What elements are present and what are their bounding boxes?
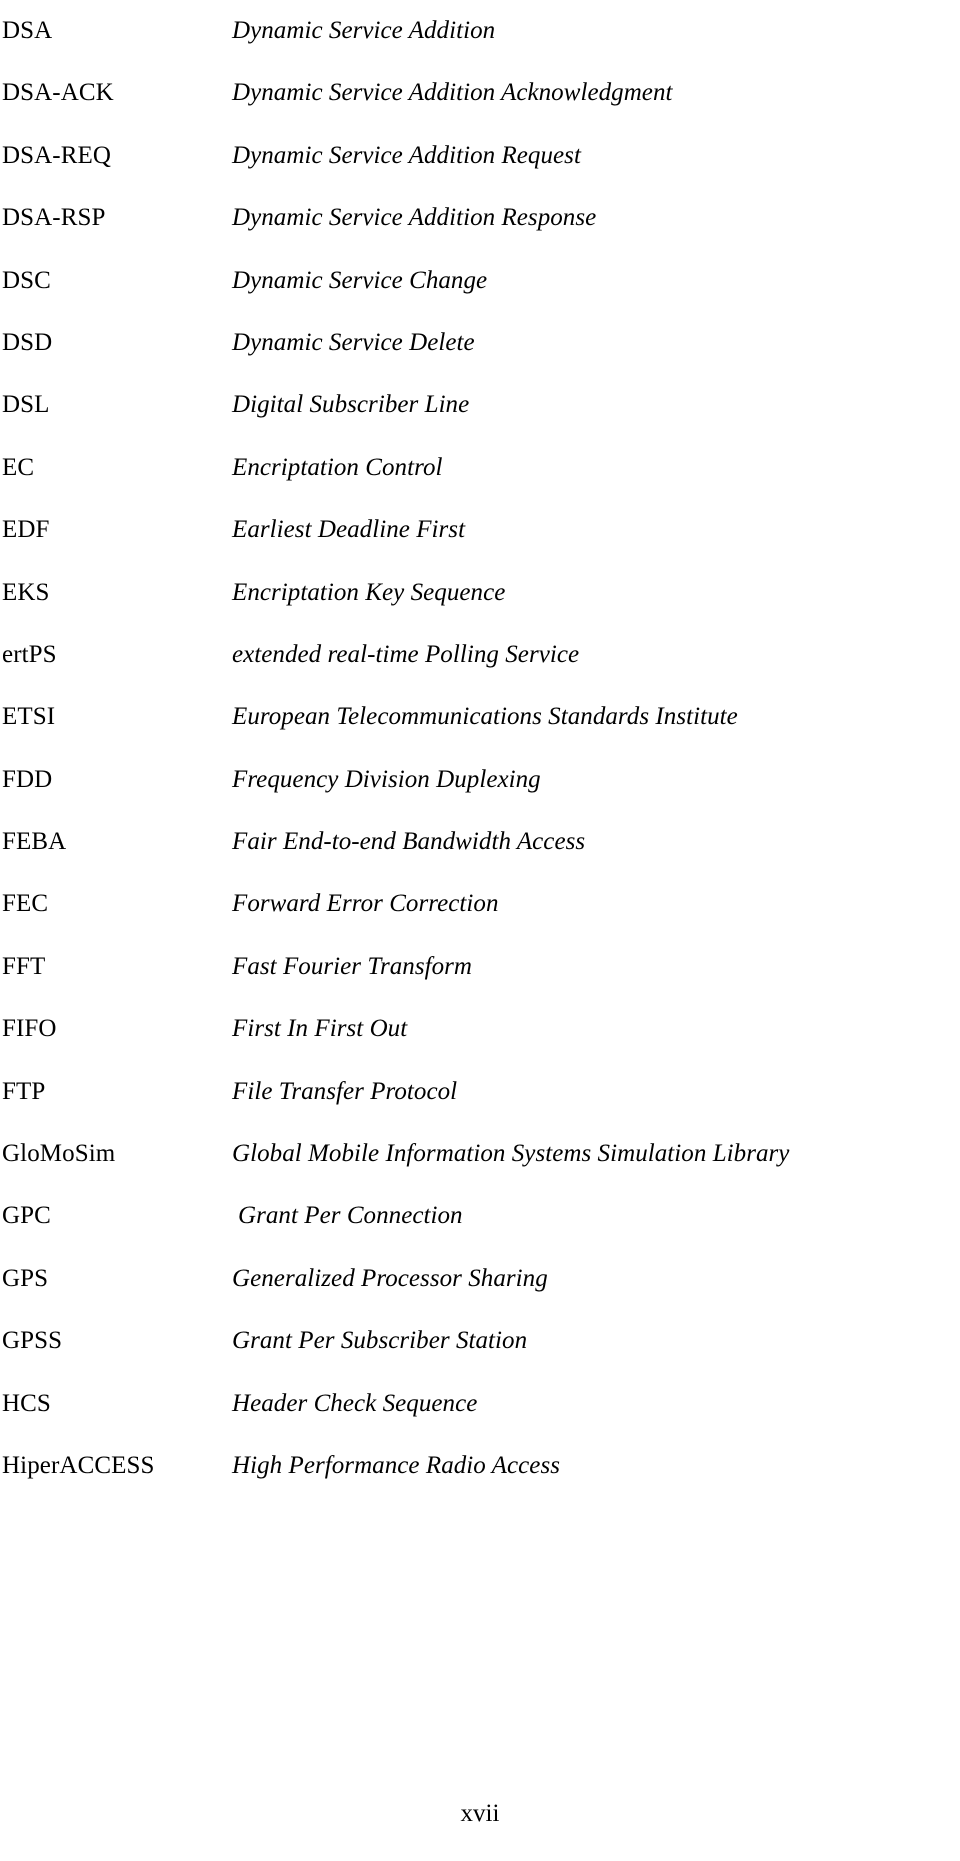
abbreviation-definition: Frequency Division Duplexing — [232, 765, 541, 793]
abbreviation-row: EKS Encriptation Key Sequence — [0, 562, 960, 624]
abbreviation-term: EC — [2, 453, 35, 481]
abbreviation-term: DSC — [2, 266, 51, 294]
abbreviation-term: GPS — [2, 1264, 49, 1292]
abbreviation-row: FTP File Transfer Protocol — [0, 1061, 960, 1123]
abbreviations-list: DSA Dynamic Service Addition DSA-ACK Dynami… — [0, 0, 960, 1497]
abbreviation-definition: Dynamic Service Delete — [232, 328, 475, 356]
abbreviation-term: FEBA — [2, 828, 67, 856]
abbreviation-row: FEBA Fair End-to-end Bandwidth Access — [0, 811, 960, 873]
abbreviation-definition: Dynamic Service Addition — [232, 17, 496, 44]
abbreviation-row: ertPS extended real-time Polling Service — [0, 624, 960, 686]
abbreviation-row: GPC Grant Per Connection — [0, 1185, 960, 1247]
abbreviation-definition: File Transfer Protocol — [232, 1077, 458, 1105]
abbreviation-term: DSA-REQ — [2, 141, 112, 169]
abbreviation-row: DSA Dynamic Service Addition — [0, 0, 960, 62]
abbreviation-definition: Forward Error Correction — [232, 890, 499, 918]
abbreviation-term: EDF — [2, 516, 50, 544]
abbreviation-definition: Encriptation Control — [232, 453, 443, 481]
abbreviation-row: ETSI European Telecommunications Standard… — [0, 686, 960, 748]
abbreviation-term: ertPS — [2, 640, 57, 668]
abbreviation-definition: Dynamic Service Change — [232, 266, 488, 294]
abbreviation-definition: Dynamic Service Addition Response — [232, 204, 597, 232]
abbreviation-definition: Fair End-to-end Bandwidth Access — [232, 828, 586, 856]
abbreviation-row: DSC Dynamic Service Change — [0, 250, 960, 312]
abbreviation-term: DSA-ACK — [2, 79, 114, 107]
abbreviation-definition: First In First Out — [232, 1015, 408, 1043]
abbreviation-definition: Fast Fourier Transform — [232, 952, 473, 980]
abbreviation-definition: Digital Subscriber Line — [232, 391, 470, 419]
abbreviation-row: EC Encriptation Control — [0, 437, 960, 499]
abbreviation-row: GPS Generalized Processor Sharing — [0, 1248, 960, 1310]
abbreviation-term: GPSS — [2, 1327, 63, 1355]
abbreviation-definition: extended real-time Polling Service — [232, 640, 580, 668]
abbreviation-row: GPSS Grant Per Subscriber Station — [0, 1310, 960, 1372]
abbreviation-definition: Grant Per Connection — [238, 1202, 463, 1230]
abbreviation-term: DSL — [2, 391, 50, 419]
abbreviation-definition: European Telecommunications Standards In… — [232, 703, 738, 731]
abbreviation-term: ETSI — [2, 703, 56, 731]
abbreviation-definition: Encriptation Key Sequence — [232, 578, 506, 606]
abbreviation-term: DSA-RSP — [2, 204, 106, 232]
abbreviation-row: FDD Frequency Division Duplexing — [0, 749, 960, 811]
abbreviation-term: FIFO — [2, 1015, 57, 1043]
abbreviation-row: DSL Digital Subscriber Line — [0, 374, 960, 436]
abbreviation-definition: Dynamic Service Addition Request — [232, 141, 581, 169]
abbreviation-row: HCS Header Check Sequence — [0, 1373, 960, 1435]
abbreviation-definition: Global Mobile Information Systems Simula… — [232, 1140, 790, 1168]
abbreviation-row: DSA-REQ Dynamic Service Addition Request — [0, 125, 960, 187]
abbreviation-row: DSD Dynamic Service Delete — [0, 312, 960, 374]
abbreviation-definition: High Performance Radio Access — [232, 1451, 560, 1479]
abbreviation-row: FFT Fast Fourier Transform — [0, 936, 960, 998]
page-number: xvii — [460, 1800, 500, 1827]
document-page: DSA Dynamic Service Addition DSA-ACK Dynami… — [0, 0, 960, 1861]
abbreviation-term: HiperACCESS — [2, 1451, 155, 1479]
abbreviation-row: GloMoSim Global Mobile Information System… — [0, 1123, 960, 1185]
abbreviation-row: EDF Earliest Deadline First — [0, 499, 960, 561]
abbreviation-row: FIFO First In First Out — [0, 998, 960, 1060]
abbreviation-row: HiperACCESS High Performance Radio Access — [0, 1435, 960, 1497]
abbreviation-term: DSD — [2, 328, 53, 356]
abbreviation-term: GloMoSim — [2, 1140, 116, 1168]
abbreviation-row: DSA-ACK Dynamic Service Addition Acknowle… — [0, 62, 960, 124]
abbreviation-definition: Generalized Processor Sharing — [232, 1264, 548, 1292]
abbreviation-term: EKS — [2, 578, 50, 606]
abbreviation-term: FDD — [2, 765, 53, 793]
abbreviation-definition: Header Check Sequence — [232, 1389, 478, 1417]
abbreviation-row: DSA-RSP Dynamic Service Addition Response — [0, 187, 960, 249]
abbreviation-term: FTP — [2, 1077, 46, 1105]
abbreviation-definition: Earliest Deadline First — [232, 516, 466, 544]
abbreviation-term: FEC — [2, 890, 49, 918]
abbreviation-row: FEC Forward Error Correction — [0, 873, 960, 935]
abbreviation-term: HCS — [2, 1389, 51, 1417]
abbreviation-term: GPC — [2, 1202, 51, 1230]
abbreviation-term: FFT — [2, 952, 46, 980]
abbreviation-definition: Dynamic Service Addition Acknowledgment — [232, 79, 673, 107]
abbreviation-term: DSA — [2, 17, 53, 44]
abbreviation-definition: Grant Per Subscriber Station — [232, 1327, 528, 1355]
